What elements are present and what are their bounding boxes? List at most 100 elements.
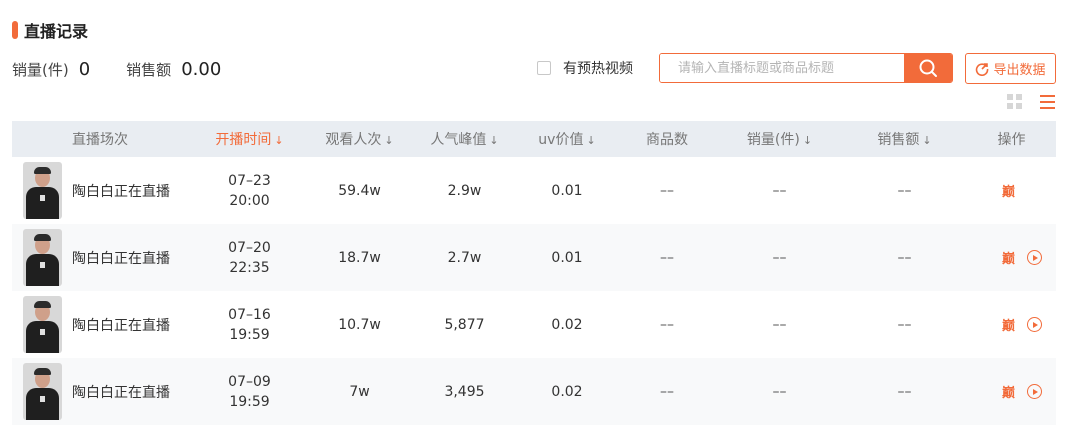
cell-uv-value: 0.01 bbox=[551, 249, 583, 266]
revenue-value: 0.00 bbox=[181, 58, 222, 80]
cell-product-count: –– bbox=[660, 316, 674, 333]
cell-live-session: 陶白白正在直播 bbox=[12, 157, 192, 224]
header-label: 直播场次 bbox=[72, 132, 128, 148]
preheat-label: 有预热视频 bbox=[563, 61, 633, 77]
table-header-row: 直播场次 开播时间 ↓ 观看人次 ↓ 人气峰值 ↓ uv价值 ↓ 商品数 销量(件) ↓ 销售额 ↓ 操作 bbox=[12, 121, 1056, 157]
start-clock: 20:00 bbox=[229, 192, 270, 209]
sort-down-icon[interactable]: ↓ bbox=[489, 134, 498, 147]
preheat-filter[interactable]: 有预热视频 bbox=[537, 58, 633, 78]
cell-start-time: 07–09 19:59 bbox=[192, 358, 307, 425]
header-views[interactable]: 观看人次 ↓ bbox=[307, 121, 412, 157]
cell-actions: 巅 bbox=[967, 157, 1056, 224]
peak-detail-button[interactable]: 巅 bbox=[1002, 315, 1015, 334]
summary-stats: 销量(件) 0 销售额 0.00 bbox=[12, 56, 221, 82]
cell-uv-value: 0.02 bbox=[551, 383, 583, 400]
streamer-avatar[interactable] bbox=[23, 229, 62, 286]
header-label: 开播时间 bbox=[215, 132, 272, 148]
live-title[interactable]: 陶白白正在直播 bbox=[72, 382, 170, 402]
cell-product-count: –– bbox=[660, 182, 674, 199]
preheat-checkbox[interactable] bbox=[537, 61, 551, 75]
cell-sales: –– bbox=[772, 182, 787, 199]
header-actions: 操作 bbox=[967, 121, 1056, 157]
header-label: 操作 bbox=[997, 132, 1026, 148]
streamer-avatar[interactable] bbox=[23, 162, 62, 219]
sort-down-icon[interactable]: ↓ bbox=[274, 134, 283, 147]
peak-detail-button[interactable]: 巅 bbox=[1002, 382, 1015, 401]
cell-actions: 巅 bbox=[967, 224, 1056, 291]
list-view-icon[interactable] bbox=[1040, 95, 1055, 109]
live-records-table: 直播场次 开播时间 ↓ 观看人次 ↓ 人气峰值 ↓ uv价值 ↓ 商品数 销量(件) ↓ 销售额 ↓ 操作 … bbox=[12, 121, 1056, 425]
play-replay-icon[interactable] bbox=[1027, 250, 1042, 265]
cell-sales: –– bbox=[772, 316, 787, 333]
start-clock: 19:59 bbox=[229, 326, 270, 343]
cell-views: 10.7w bbox=[338, 316, 381, 333]
play-replay-icon[interactable] bbox=[1027, 317, 1042, 332]
cell-start-time: 07–16 19:59 bbox=[192, 291, 307, 358]
table-row[interactable]: 陶白白正在直播 07–16 19:59 10.7w 5,877 0.02 –– –– –– 巅 bbox=[12, 291, 1056, 358]
live-title[interactable]: 陶白白正在直播 bbox=[72, 181, 170, 201]
cell-peak: 5,877 bbox=[444, 316, 485, 333]
cell-views: 18.7w bbox=[338, 249, 381, 266]
cell-uv-value: 0.02 bbox=[551, 316, 583, 333]
header-label: 人气峰值 bbox=[430, 132, 487, 148]
sort-down-icon[interactable]: ↓ bbox=[922, 134, 931, 147]
cell-views: 59.4w bbox=[338, 182, 381, 199]
start-date: 07–16 bbox=[228, 306, 271, 323]
header-uv-value[interactable]: uv价值 ↓ bbox=[517, 121, 617, 157]
sales-count-value: 0 bbox=[78, 58, 91, 80]
start-clock: 22:35 bbox=[229, 259, 270, 276]
live-title[interactable]: 陶白白正在直播 bbox=[72, 315, 170, 335]
page-title: 直播记录 bbox=[24, 22, 89, 41]
cell-sales: –– bbox=[772, 249, 787, 266]
search-icon bbox=[919, 59, 937, 77]
search-button[interactable] bbox=[904, 54, 952, 82]
table-row[interactable]: 陶白白正在直播 07–23 20:00 59.4w 2.9w 0.01 –– –– –– 巅 bbox=[12, 157, 1056, 224]
start-date: 07–23 bbox=[228, 172, 271, 189]
table-row[interactable]: 陶白白正在直播 07–20 22:35 18.7w 2.7w 0.01 –– –– –– 巅 bbox=[12, 224, 1056, 291]
table-row[interactable]: 陶白白正在直播 07–09 19:59 7w 3,495 0.02 –– –– –– 巅 bbox=[12, 358, 1056, 425]
live-title[interactable]: 陶白白正在直播 bbox=[72, 248, 170, 268]
header-sales[interactable]: 销量(件) ↓ bbox=[717, 121, 842, 157]
export-icon bbox=[976, 62, 989, 76]
cell-actions: 巅 bbox=[967, 358, 1056, 425]
header-label: 销售额 bbox=[877, 132, 920, 148]
start-date: 07–09 bbox=[228, 373, 271, 390]
export-button[interactable]: 导出数据 bbox=[965, 53, 1056, 84]
header-start-time[interactable]: 开播时间 ↓ bbox=[192, 121, 307, 157]
streamer-avatar[interactable] bbox=[23, 296, 62, 353]
sort-down-icon[interactable]: ↓ bbox=[384, 134, 393, 147]
revenue-label: 销售额 bbox=[126, 60, 172, 79]
sort-down-icon[interactable]: ↓ bbox=[803, 134, 812, 147]
header-label: 商品数 bbox=[646, 132, 688, 148]
cell-revenue: –– bbox=[897, 383, 912, 400]
cell-sales: –– bbox=[772, 383, 787, 400]
cell-peak: 2.9w bbox=[447, 182, 482, 199]
streamer-avatar[interactable] bbox=[23, 363, 62, 420]
header-label: 观看人次 bbox=[325, 132, 382, 148]
header-revenue[interactable]: 销售额 ↓ bbox=[842, 121, 967, 157]
cell-peak: 2.7w bbox=[447, 249, 482, 266]
peak-detail-button[interactable]: 巅 bbox=[1002, 248, 1015, 267]
cell-revenue: –– bbox=[897, 249, 912, 266]
sort-down-icon[interactable]: ↓ bbox=[586, 134, 595, 147]
title-accent-bar bbox=[12, 21, 18, 39]
play-replay-icon[interactable] bbox=[1027, 384, 1042, 399]
cell-uv-value: 0.01 bbox=[551, 182, 583, 199]
grid-view-icon[interactable] bbox=[1007, 94, 1022, 109]
cell-views: 7w bbox=[349, 383, 370, 400]
search-input[interactable] bbox=[660, 54, 904, 82]
header-label: 销量(件) bbox=[746, 132, 800, 148]
page-title-wrap: 直播记录 bbox=[12, 20, 89, 41]
cell-actions: 巅 bbox=[967, 291, 1056, 358]
cell-revenue: –– bbox=[897, 316, 912, 333]
header-live-session: 直播场次 bbox=[12, 121, 192, 157]
sales-count-label: 销量(件) bbox=[12, 60, 69, 79]
header-peak[interactable]: 人气峰值 ↓ bbox=[412, 121, 517, 157]
start-date: 07–20 bbox=[228, 239, 271, 256]
export-label: 导出数据 bbox=[993, 63, 1046, 78]
peak-detail-button[interactable]: 巅 bbox=[1002, 181, 1015, 200]
cell-start-time: 07–23 20:00 bbox=[192, 157, 307, 224]
cell-product-count: –– bbox=[660, 383, 674, 400]
cell-live-session: 陶白白正在直播 bbox=[12, 224, 192, 291]
cell-live-session: 陶白白正在直播 bbox=[12, 358, 192, 425]
